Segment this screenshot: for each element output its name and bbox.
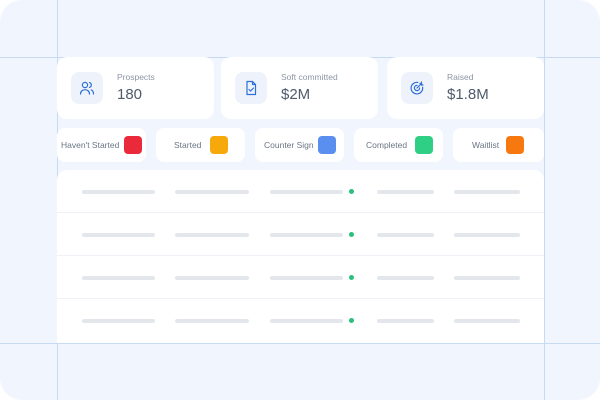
cell-placeholder (175, 190, 249, 194)
cell-placeholder (377, 319, 434, 323)
status-dot (349, 189, 354, 194)
investor-table (57, 170, 544, 343)
status-dot (349, 232, 354, 237)
status-chip-counter-sign[interactable]: Counter Sign (255, 128, 344, 162)
table-row[interactable] (57, 256, 544, 299)
document-check-icon (235, 72, 267, 104)
table-row[interactable] (57, 170, 544, 213)
stat-label: Prospects (117, 72, 155, 82)
status-color-swatch (506, 136, 524, 154)
status-chip-label: Counter Sign (264, 140, 314, 150)
guide-line-bottom (0, 343, 600, 344)
cell-placeholder (175, 319, 249, 323)
cell-placeholder (270, 190, 343, 194)
status-color-swatch (124, 136, 142, 154)
table-row[interactable] (57, 299, 544, 342)
status-chip-waitlist[interactable]: Waitlist (453, 128, 544, 162)
status-chip-label: Started (174, 140, 202, 150)
stat-value: $1.8M (447, 86, 489, 103)
guide-line-right (544, 0, 545, 400)
status-color-swatch (210, 136, 228, 154)
stat-value: 180 (117, 86, 143, 103)
status-chip-label: Completed (366, 140, 408, 150)
stat-label: Soft committed (281, 72, 338, 82)
stat-card-soft-committed[interactable]: Soft committed $2M (221, 57, 378, 119)
cell-placeholder (270, 276, 343, 280)
stat-card-raised[interactable]: Raised $1.8M (387, 57, 544, 119)
cell-placeholder (270, 233, 343, 237)
cell-placeholder (454, 190, 520, 194)
cell-placeholder (377, 276, 434, 280)
illustration-frame: Prospects 180 Soft committed $2M Raised … (0, 0, 600, 400)
status-color-swatch (318, 136, 336, 154)
stat-card-prospects[interactable]: Prospects 180 (57, 57, 214, 119)
cell-placeholder (454, 233, 520, 237)
status-chip-label: Waitlist (472, 140, 500, 150)
status-chip-started[interactable]: Started (156, 128, 245, 162)
status-chip-completed[interactable]: Completed (354, 128, 443, 162)
cell-placeholder (454, 276, 520, 280)
status-color-swatch (415, 136, 433, 154)
cell-placeholder (377, 190, 434, 194)
cell-placeholder (270, 319, 343, 323)
status-chip-label: Haven't Started (61, 140, 120, 150)
target-icon (401, 72, 433, 104)
users-icon (71, 72, 103, 104)
cell-placeholder (377, 233, 434, 237)
stat-value: $2M (281, 86, 311, 103)
cell-placeholder (82, 190, 155, 194)
status-dot (349, 318, 354, 323)
status-dot (349, 275, 354, 280)
cell-placeholder (82, 319, 155, 323)
cell-placeholder (175, 233, 249, 237)
cell-placeholder (82, 276, 155, 280)
status-chip-havent-started[interactable]: Haven't Started (57, 128, 146, 162)
stat-label: Raised (447, 72, 474, 82)
cell-placeholder (175, 276, 249, 280)
table-row[interactable] (57, 213, 544, 256)
cell-placeholder (82, 233, 155, 237)
cell-placeholder (454, 319, 520, 323)
